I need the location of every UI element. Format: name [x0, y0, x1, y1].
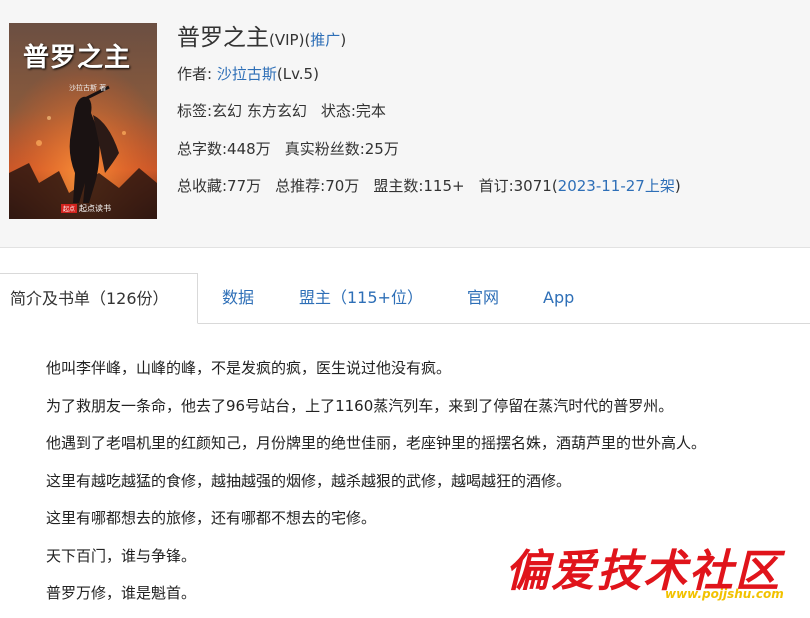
- book-cover[interactable]: 普罗之主 沙拉古斯 著 起点 起点读书: [9, 23, 157, 219]
- tab-app[interactable]: App: [543, 273, 574, 323]
- promo-paren-close: ): [340, 31, 347, 49]
- site-watermark: 偏爱技术社区 www.pojjshu.com: [505, 535, 805, 610]
- first-sub-count: 首订:3071: [478, 177, 552, 195]
- cover-author: 沙拉古斯 著: [69, 84, 107, 92]
- book-title: 普罗之主: [177, 25, 269, 51]
- author-label: 作者:: [177, 65, 213, 83]
- fans-count: 真实粉丝数:25万: [284, 140, 399, 158]
- intro-paragraph: 为了救朋友一条命，他去了96号站台，上了1160蒸汽列车，来到了停留在蒸汽时代的…: [46, 396, 674, 415]
- cover-title: 普罗之主: [23, 43, 132, 73]
- intro-paragraph: 他遇到了老唱机里的红颜知己，月份牌里的绝世佳丽，老座钟里的摇摆名姝，酒葫芦里的世…: [46, 434, 707, 452]
- publisher-logo-icon: 起点: [61, 204, 78, 213]
- watermark-url: www.pojjshu.com: [665, 587, 784, 601]
- intro-paragraph: 这里有越吃越猛的食修，越抽越强的烟修，越杀越狠的武修，越喝越狂的酒修。: [46, 471, 572, 490]
- listing-date[interactable]: 2023-11-27上架: [558, 177, 675, 195]
- tab-intro[interactable]: 简介及书单（126份）: [0, 273, 198, 324]
- author-line: 作者: 沙拉古斯(Lv.5): [177, 63, 319, 84]
- author-level: (Lv.5): [276, 65, 319, 83]
- cover-publisher: 起点 起点读书: [61, 203, 111, 214]
- word-count: 总字数:448万: [177, 140, 271, 158]
- tab-official-site[interactable]: 官网: [467, 273, 499, 323]
- vip-tag: (VIP): [269, 31, 305, 49]
- recommend-count: 总推荐:70万: [275, 177, 360, 195]
- tab-bar: 简介及书单（126份） 数据 盟主（115+位） 官网 App: [0, 273, 810, 324]
- tags-line: 标签:玄幻 东方玄幻 状态:完本: [177, 100, 386, 121]
- author-link[interactable]: 沙拉古斯: [217, 65, 277, 83]
- alliance-count: 盟主数:115+: [373, 177, 465, 195]
- book-header: 普罗之主 沙拉古斯 著 起点 起点读书 普罗之主(VIP)(推广) 作者: 沙拉…: [0, 0, 810, 248]
- promo-link[interactable]: 推广: [310, 31, 340, 49]
- publisher-name: 起点读书: [79, 204, 112, 213]
- tab-alliance[interactable]: 盟主（115+位）: [299, 273, 423, 323]
- stats-line: 总收藏:77万 总推荐:70万 盟主数:115+ 首订:3071(2023-11-27…: [177, 175, 681, 196]
- favorites-count: 总收藏:77万: [177, 177, 262, 195]
- tags-value: 标签:玄幻 东方玄幻: [177, 102, 307, 120]
- listing-paren-close: ): [674, 177, 681, 195]
- status-value: 状态:完本: [320, 102, 386, 120]
- count-line: 总字数:448万 真实粉丝数:25万: [177, 138, 399, 159]
- intro-paragraph: 他叫李伴峰，山峰的峰，不是发疯的疯，医生说过他没有疯。: [46, 359, 452, 377]
- tab-data[interactable]: 数据: [222, 273, 254, 323]
- book-title-line: 普罗之主(VIP)(推广): [177, 18, 346, 52]
